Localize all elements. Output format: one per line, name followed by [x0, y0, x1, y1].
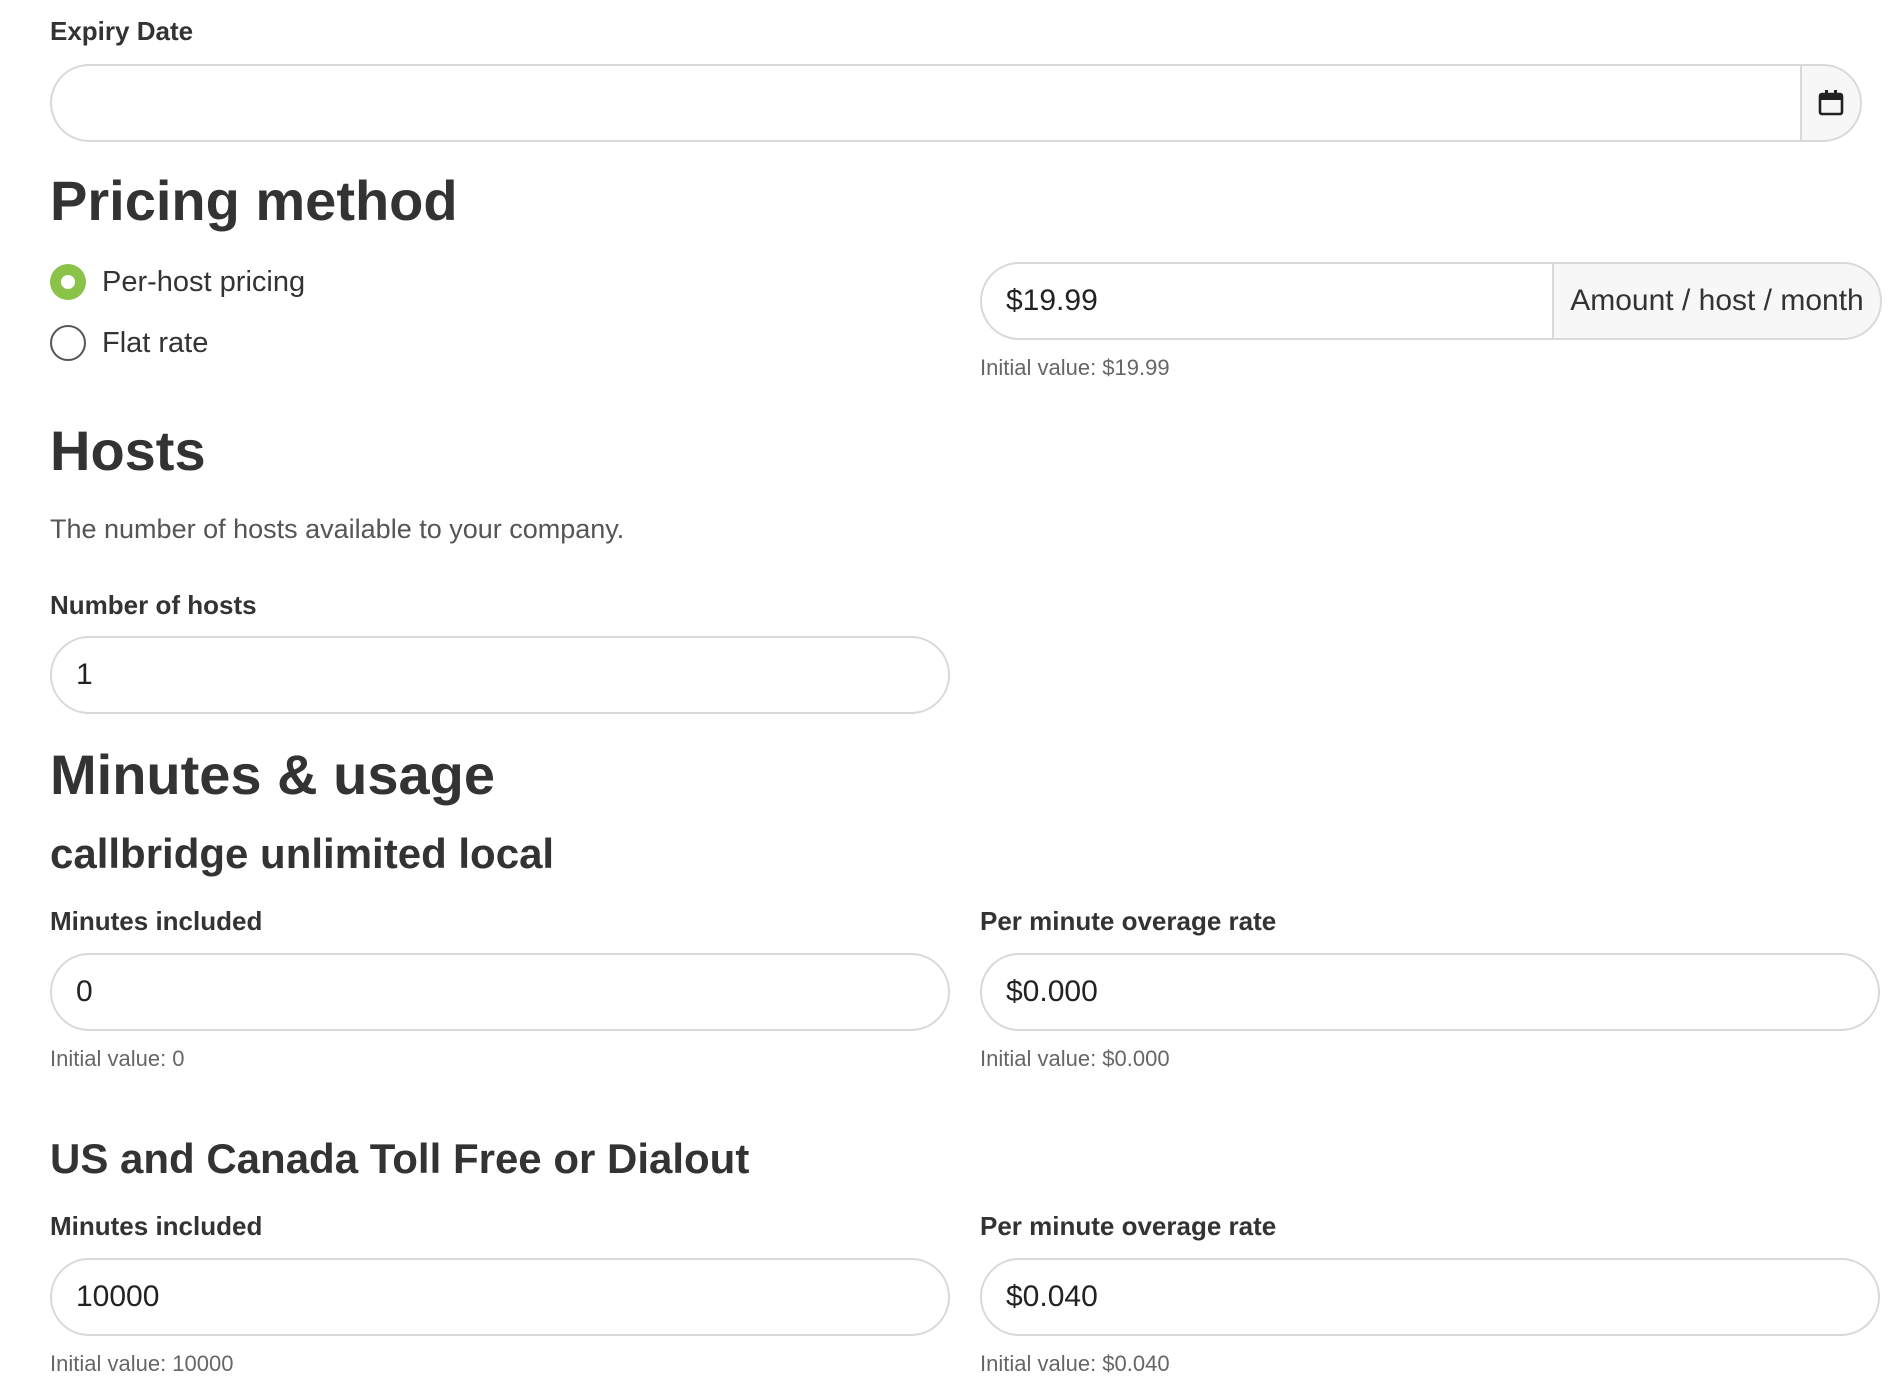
- minutes-included-input[interactable]: [50, 953, 950, 1031]
- radio-flat-rate[interactable]: Flat rate: [50, 325, 208, 361]
- radio-flat-rate-circle[interactable]: [50, 325, 86, 361]
- number-of-hosts-input[interactable]: [50, 636, 950, 714]
- minutes-included-help: Initial value: 0: [50, 1046, 185, 1071]
- usage-group-title: US and Canada Toll Free or Dialout: [50, 1135, 750, 1182]
- usage-group-title: callbridge unlimited local: [50, 830, 555, 877]
- overage-rate-input[interactable]: [980, 1258, 1880, 1336]
- minutes-included-help: Initial value: 10000: [50, 1351, 234, 1376]
- radio-per-host-label: Per-host pricing: [102, 265, 306, 298]
- expiry-date-input[interactable]: [50, 64, 1802, 142]
- amount-input[interactable]: [980, 262, 1554, 340]
- calendar-icon: [1818, 90, 1844, 116]
- amount-unit-addon: Amount / host / month: [1552, 262, 1882, 340]
- overage-rate-label: Per minute overage rate: [980, 1211, 1277, 1241]
- minutes-usage-heading: Minutes & usage: [50, 743, 495, 806]
- radio-flat-rate-label: Flat rate: [102, 326, 209, 359]
- radio-per-host-circle[interactable]: [50, 264, 86, 300]
- hosts-heading: Hosts: [50, 419, 206, 482]
- number-of-hosts-label: Number of hosts: [50, 590, 257, 620]
- minutes-included-label: Minutes included: [50, 1211, 263, 1241]
- overage-rate-help: Initial value: $0.040: [980, 1351, 1170, 1376]
- minutes-included-label: Minutes included: [50, 906, 263, 936]
- radio-per-host[interactable]: Per-host pricing: [50, 264, 305, 300]
- amount-help-text: Initial value: $19.99: [980, 355, 1170, 380]
- overage-rate-help: Initial value: $0.000: [980, 1046, 1170, 1071]
- calendar-button[interactable]: [1800, 64, 1862, 142]
- overage-rate-input[interactable]: [980, 953, 1880, 1031]
- overage-rate-label: Per minute overage rate: [980, 906, 1277, 936]
- expiry-date-label: Expiry Date: [50, 16, 194, 46]
- hosts-description: The number of hosts available to your co…: [50, 514, 625, 544]
- minutes-included-input[interactable]: [50, 1258, 950, 1336]
- pricing-method-heading: Pricing method: [50, 169, 458, 232]
